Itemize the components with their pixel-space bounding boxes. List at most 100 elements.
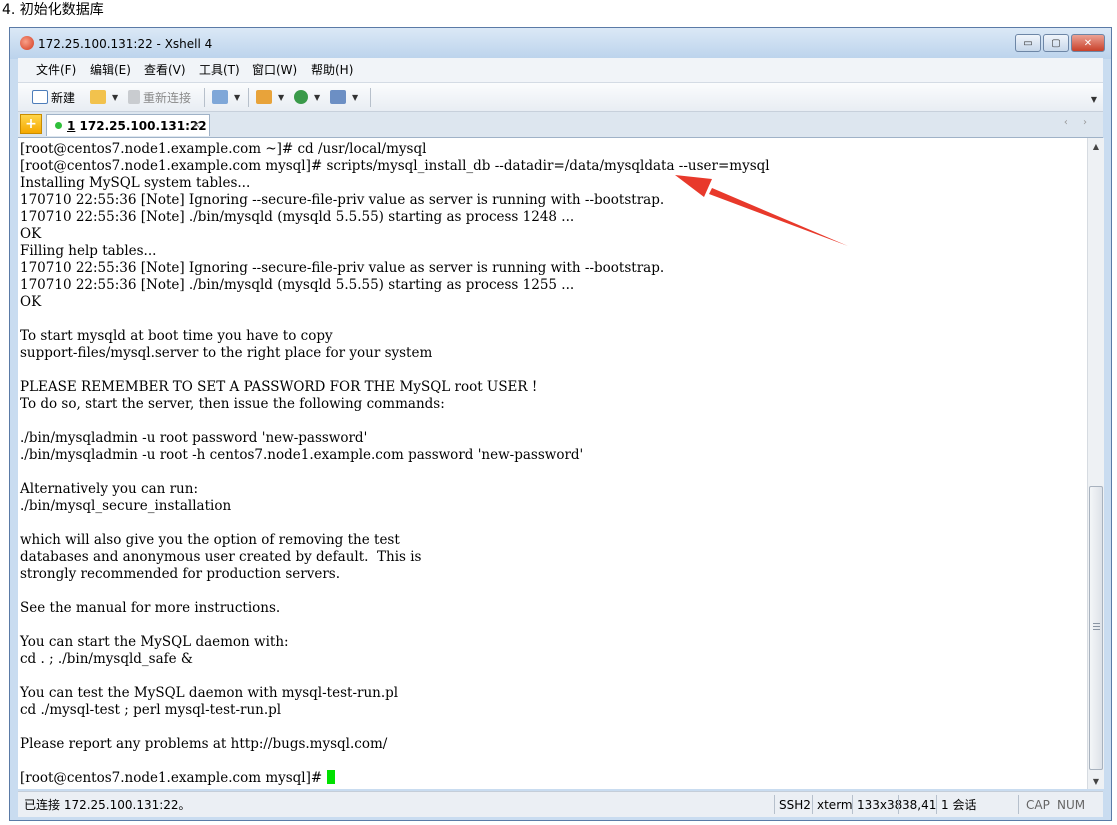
font-button[interactable]: ▼: [330, 88, 358, 106]
protocol-status: SSH2: [779, 798, 811, 812]
xshell-window: 172.25.100.131:22 - Xshell 4 ▭ ▢ ✕ 文件(F)…: [9, 27, 1112, 821]
terminal-line: Please report any problems at http://bug…: [20, 736, 388, 752]
session-count-status: 1 会话: [941, 798, 977, 812]
new-session-button[interactable]: 新建: [32, 88, 75, 106]
status-divider: [898, 795, 899, 814]
menu-file[interactable]: 文件(F): [36, 62, 76, 78]
toolbar-overflow-icon[interactable]: ▼: [1091, 95, 1097, 104]
transfer-icon: [256, 90, 272, 104]
close-button[interactable]: ✕: [1071, 34, 1105, 52]
terminal-line: 170710 22:55:36 [Note] Ignoring --secure…: [20, 192, 665, 208]
terminal-line: OK: [20, 226, 42, 242]
scroll-down-icon[interactable]: ▼: [1088, 773, 1104, 789]
reconnect-label: 重新连接: [143, 90, 192, 105]
menu-window[interactable]: 窗口(W): [252, 62, 297, 78]
toolbar-divider: [370, 88, 371, 107]
status-divider: [812, 795, 813, 814]
chevron-down-icon: ▼: [278, 92, 285, 102]
terminal-line: 170710 22:55:36 [Note] ./bin/mysqld (mys…: [20, 277, 575, 293]
grip-icon: [1093, 623, 1100, 631]
terminal-line: support-files/mysql.server to the right …: [20, 345, 433, 361]
terminal-line: You can start the MySQL daemon with:: [20, 634, 289, 650]
tab-scroll-icon[interactable]: ‹ ›: [1064, 117, 1093, 128]
terminal-type-status: xterm: [817, 798, 853, 812]
menu-edit[interactable]: 编辑(E): [90, 62, 131, 78]
terminal-scrollbar[interactable]: ▲ ▼: [1087, 138, 1104, 789]
shell-prompt: [root@centos7.node1.example.com mysql]#: [20, 770, 327, 786]
chevron-down-icon: ▼: [112, 92, 119, 102]
num-lock-indicator: NUM: [1057, 798, 1086, 812]
chevron-down-icon: ▼: [352, 92, 359, 102]
terminal-cursor: [326, 770, 335, 784]
minimize-button[interactable]: ▭: [1015, 34, 1041, 52]
scroll-up-icon[interactable]: ▲: [1088, 138, 1104, 154]
properties-button[interactable]: ▼: [212, 88, 240, 106]
scrollbar-thumb[interactable]: [1089, 486, 1103, 770]
terminal-line: cd . ; ./bin/mysqld_safe &: [20, 651, 193, 667]
terminal-line: PLEASE REMEMBER TO SET A PASSWORD FOR TH…: [20, 379, 538, 395]
add-tab-button[interactable]: +: [20, 114, 42, 134]
tab-close-icon[interactable]: ×: [192, 118, 201, 131]
terminal-line: To start mysqld at boot time you have to…: [20, 328, 333, 344]
toolbar-divider: [204, 88, 205, 107]
new-session-icon: [32, 90, 48, 104]
cursor-position-status: 38,41: [902, 798, 937, 812]
status-divider: [852, 795, 853, 814]
terminal-line: ./bin/mysqladmin -u root -h centos7.node…: [20, 447, 584, 463]
properties-icon: [212, 90, 228, 104]
document-heading: 4. 初始化数据库: [2, 2, 104, 18]
font-icon: [330, 90, 346, 104]
terminal-line: To do so, start the server, then issue t…: [20, 396, 445, 412]
session-tab[interactable]: 1 172.25.100.131:22 ×: [46, 114, 210, 136]
session-tab-label: 1 172.25.100.131:22: [67, 118, 207, 134]
connection-status: 已连接 172.25.100.131:22。: [24, 798, 191, 812]
menu-view[interactable]: 查看(V): [144, 62, 186, 78]
open-button[interactable]: ▼: [90, 88, 118, 106]
toolbar-divider: [248, 88, 249, 107]
terminal-line: 170710 22:55:36 [Note] Ignoring --secure…: [20, 260, 665, 276]
globe-icon: [294, 90, 308, 104]
reconnect-icon: [128, 90, 140, 104]
reconnect-button[interactable]: 重新连接: [128, 88, 191, 106]
menu-help[interactable]: 帮助(H): [311, 62, 353, 78]
toolbar: 新建 ▼ 重新连接 ▼ ▼ ▼ ▼ ▼: [18, 83, 1103, 112]
terminal-line: OK: [20, 294, 42, 310]
connected-status-icon: [55, 122, 62, 129]
window-title: 172.25.100.131:22 - Xshell 4: [38, 37, 213, 51]
tab-host: 172.25.100.131:22: [79, 119, 207, 133]
web-button[interactable]: ▼: [294, 88, 320, 106]
chevron-down-icon: ▼: [234, 92, 241, 102]
terminal-line: 170710 22:55:36 [Note] ./bin/mysqld (mys…: [20, 209, 575, 225]
terminal-output: [root@centos7.node1.example.com ~]# cd /…: [18, 138, 1087, 787]
status-bar: 已连接 172.25.100.131:22。 SSH2 xterm 133x38…: [18, 791, 1103, 817]
menu-tools[interactable]: 工具(T): [199, 62, 240, 78]
terminal-line: You can test the MySQL daemon with mysql…: [20, 685, 399, 701]
terminal-area[interactable]: [root@centos7.node1.example.com ~]# cd /…: [18, 138, 1087, 789]
status-divider: [774, 795, 775, 814]
status-divider: [936, 795, 937, 814]
status-divider: [1018, 795, 1019, 814]
open-folder-icon: [90, 90, 106, 104]
terminal-size-status: 133x38: [857, 798, 903, 812]
terminal-line: databases and anonymous user created by …: [20, 549, 422, 565]
menu-bar: 文件(F) 编辑(E) 查看(V) 工具(T) 窗口(W) 帮助(H): [18, 58, 1103, 83]
caps-lock-indicator: CAP: [1026, 798, 1050, 812]
transfer-button[interactable]: ▼: [256, 88, 284, 106]
window-controls: ▭ ▢ ✕: [1013, 34, 1105, 52]
terminal-line: ./bin/mysqladmin -u root password 'new-p…: [20, 430, 368, 446]
xshell-app-icon: [20, 36, 34, 50]
terminal-line: [root@centos7.node1.example.com mysql]# …: [20, 158, 770, 174]
maximize-button[interactable]: ▢: [1043, 34, 1069, 52]
title-bar[interactable]: 172.25.100.131:22 - Xshell 4 ▭ ▢ ✕: [10, 28, 1111, 59]
terminal-line: Installing MySQL system tables...: [20, 175, 251, 191]
tab-number: 1: [67, 119, 76, 133]
terminal-line: [root@centos7.node1.example.com ~]# cd /…: [20, 141, 427, 157]
